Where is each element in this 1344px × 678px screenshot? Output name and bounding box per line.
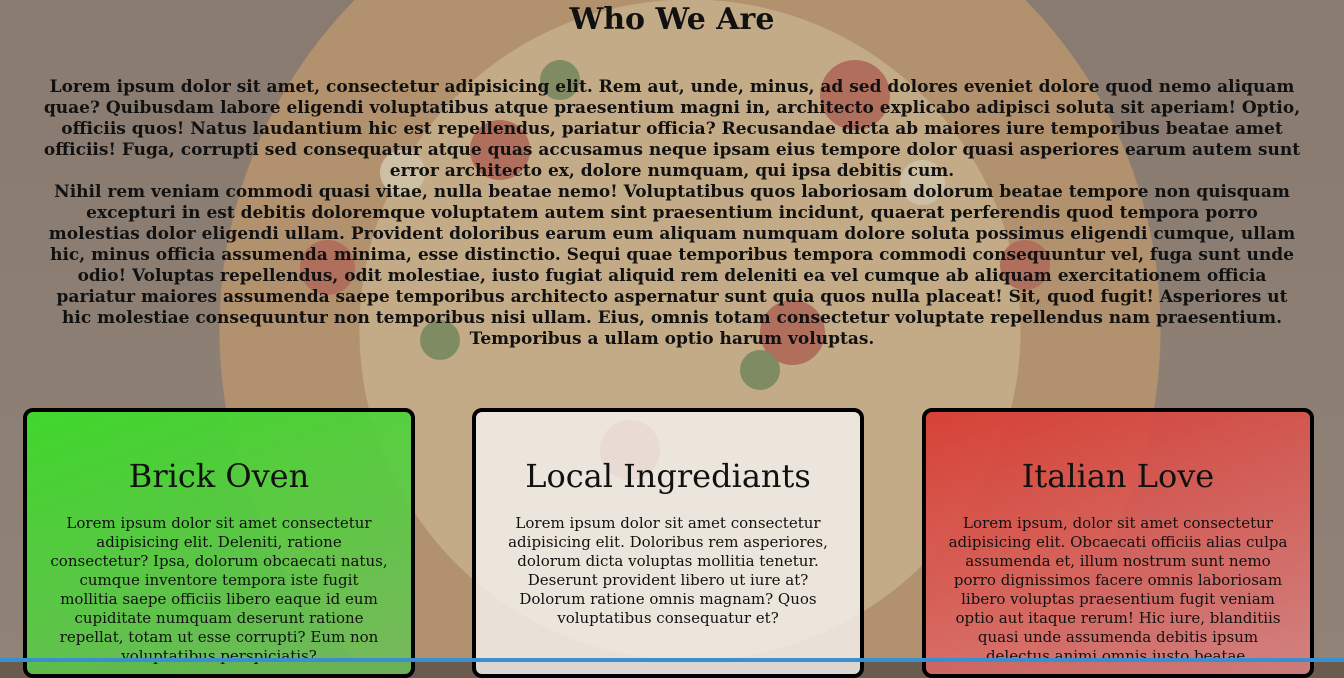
bottom-edge-bar xyxy=(0,658,1344,662)
card-title: Italian Love xyxy=(1021,457,1215,495)
intro-paragraph: Lorem ipsum dolor sit amet, consectetur … xyxy=(43,77,1301,181)
card-text: Lorem ipsum dolor sit amet consectetur a… xyxy=(508,514,828,627)
card-text: Lorem ipsum, dolor sit amet consectetur … xyxy=(948,514,1288,665)
about-section: Who We Are Lorem ipsum dolor sit amet, c… xyxy=(0,0,1344,678)
card-title: Brick Oven xyxy=(128,457,310,495)
feature-card-brick-oven: Brick Oven Lorem ipsum dolor sit amet co… xyxy=(23,408,415,678)
feature-card-italian-love: Italian Love Lorem ipsum, dolor sit amet… xyxy=(922,408,1314,678)
card-text: Lorem ipsum dolor sit amet consectetur a… xyxy=(50,514,388,665)
section-heading: Who We Are xyxy=(569,2,775,37)
feature-card-local-ingredients: Local Ingrediants Lorem ipsum dolor sit … xyxy=(472,408,864,678)
card-title: Local Ingrediants xyxy=(525,457,811,495)
intro-paragraph-2: Nihil rem veniam commodi quasi vitae, nu… xyxy=(48,182,1296,349)
